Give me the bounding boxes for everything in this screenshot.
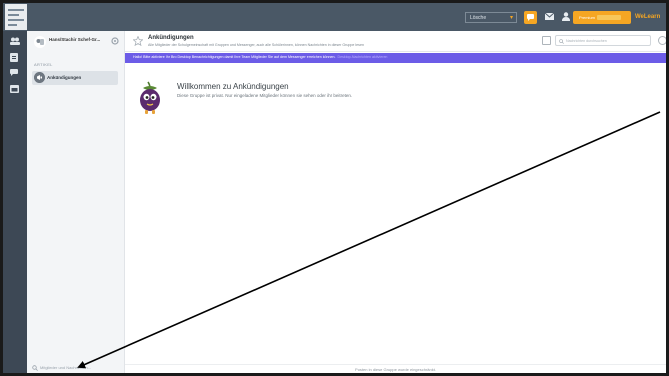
app-window: Lösche ▾ Premium WeLearn Hans/Stachir Sc… [3, 3, 666, 373]
annotation-arrow [77, 111, 661, 369]
